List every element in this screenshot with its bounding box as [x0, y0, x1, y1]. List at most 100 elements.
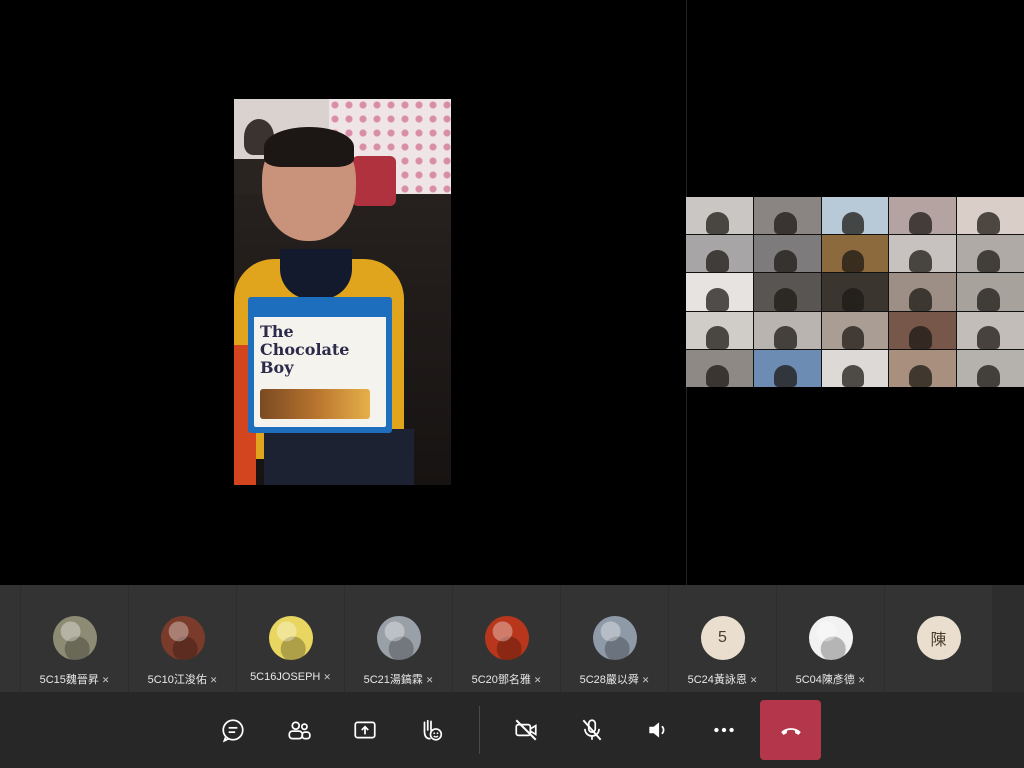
participant-tile[interactable]: 5C16JOSEPH ✕ [237, 585, 344, 692]
gallery-tile[interactable] [821, 235, 889, 273]
gallery-tile[interactable] [889, 235, 957, 273]
speaker-collar [280, 249, 352, 299]
more-icon [714, 727, 734, 733]
avatar [52, 616, 97, 660]
participant-tile[interactable]: 5 5C24黃詠恩 ✕ [669, 585, 776, 692]
mic-muted-icon: ✕ [101, 675, 110, 685]
gallery-tile-person [773, 326, 797, 349]
mic-muted-icon: ✕ [641, 675, 650, 685]
gallery-tile-person [977, 364, 1000, 387]
gallery-tile[interactable] [889, 197, 957, 235]
mic-off-icon [582, 719, 602, 741]
more-options-button[interactable] [704, 710, 744, 750]
gallery-tile[interactable] [753, 235, 821, 273]
gallery-tile-person [977, 211, 1000, 235]
gallery-tile-person [773, 250, 797, 273]
people-button[interactable] [279, 710, 319, 750]
gallery-tile[interactable] [753, 197, 821, 235]
mic-muted-icon: ✕ [533, 675, 542, 685]
mic-muted-icon: ✕ [209, 675, 218, 685]
raise-hand-icon [423, 719, 443, 741]
participant-name: 5C28嚴以舜 ✕ [561, 671, 668, 687]
avatar [268, 616, 313, 660]
participant-name-label: 5C24黃詠恩 [687, 674, 747, 686]
speaker-button[interactable] [638, 710, 678, 750]
avatar-initial: 陳 [930, 632, 947, 649]
share-screen-button[interactable] [345, 710, 385, 750]
avatar [376, 616, 421, 660]
book-title-line: Boy [260, 358, 294, 377]
gallery-tile[interactable] [957, 235, 1024, 273]
participant-name: 5C15魏晉昇 ✕ [21, 671, 128, 687]
raise-hand-button[interactable] [411, 710, 451, 750]
gallery-tile[interactable] [889, 349, 957, 387]
gallery-tile[interactable] [957, 197, 1024, 235]
participant-name-label: 5C10江浚佑 [147, 674, 207, 686]
participant-tile[interactable]: 陳 [885, 585, 992, 692]
participant-strip[interactable]: 5C15魏晉昇 ✕ 5C10江浚佑 ✕ 5C16JOSEPH ✕ 5C21湯鎬霖 ✕ 5C20鄧… [0, 585, 1024, 692]
active-speaker-video[interactable]: The Chocolate Boy [234, 99, 451, 485]
participant-name: 5C16JOSEPH ✕ [237, 671, 344, 683]
gallery-tile-person [773, 288, 797, 311]
participant-tile-partial[interactable] [0, 585, 20, 692]
hang-up-button[interactable] [760, 700, 821, 760]
participant-tile[interactable]: 5C28嚴以舜 ✕ [561, 585, 668, 692]
gallery-tile[interactable] [821, 349, 889, 387]
participant-tile[interactable]: 5C15魏晉昇 ✕ [21, 585, 128, 692]
mic-muted-icon: ✕ [425, 675, 434, 685]
camera-off-icon [515, 719, 537, 741]
participant-tile[interactable]: 5C04陳彥德 ✕ [777, 585, 884, 692]
mic-toggle-button[interactable] [572, 710, 612, 750]
gallery-tile-person [909, 211, 933, 235]
gallery-tile-person [909, 288, 933, 311]
participant-tile[interactable]: 5C10江浚佑 ✕ [129, 585, 236, 692]
gallery-tile[interactable] [821, 311, 889, 349]
avatar [808, 616, 853, 660]
book-title-line: Chocolate [260, 340, 350, 359]
speaker-icon [649, 722, 665, 738]
gallery-tile-person [706, 250, 729, 273]
gallery-tile-person [977, 288, 1000, 311]
speaker-hair [264, 127, 354, 167]
gallery-tile[interactable] [753, 273, 821, 311]
participant-name-label: 5C04陳彥德 [795, 674, 855, 686]
gallery-tile[interactable] [957, 273, 1024, 311]
gallery-tile[interactable] [686, 235, 753, 273]
video-pillow [352, 156, 396, 206]
participant-tile[interactable]: 5C20鄧名雅 ✕ [453, 585, 560, 692]
hang-up-icon [780, 728, 801, 735]
gallery-grid[interactable] [686, 197, 1024, 387]
gallery-tile[interactable] [686, 349, 753, 387]
gallery-tile-person [706, 211, 729, 235]
participant-name: 5C24黃詠恩 ✕ [669, 671, 776, 687]
avatar [592, 616, 637, 660]
gallery-tile[interactable] [753, 349, 821, 387]
call-control-bar [0, 692, 1024, 768]
book-cover: The Chocolate Boy [248, 297, 392, 433]
book-top-strip [254, 303, 386, 317]
gallery-tile[interactable] [686, 273, 753, 311]
speaker-legs [264, 429, 414, 485]
participant-name-label: 5C15魏晉昇 [39, 674, 99, 686]
participant-name-label: 5C16JOSEPH [250, 671, 321, 683]
gallery-tile-person [841, 326, 865, 349]
gallery-tile[interactable] [686, 197, 753, 235]
gallery-tile[interactable] [957, 349, 1024, 387]
chat-button[interactable] [213, 710, 253, 750]
gallery-tile-person [773, 364, 797, 387]
gallery-tile-person [841, 211, 865, 235]
book-title-line: The [260, 322, 294, 341]
camera-toggle-button[interactable] [506, 710, 546, 750]
gallery-tile[interactable] [957, 311, 1024, 349]
gallery-tile-person [841, 288, 865, 311]
gallery-tile[interactable] [821, 273, 889, 311]
participant-tile[interactable]: 5C21湯鎬霖 ✕ [345, 585, 452, 692]
gallery-tile-person [841, 364, 865, 387]
gallery-tile[interactable] [753, 311, 821, 349]
gallery-tile[interactable] [889, 311, 957, 349]
gallery-tile[interactable] [821, 197, 889, 235]
participant-name-label: 5C20鄧名雅 [471, 674, 531, 686]
gallery-tile[interactable] [686, 311, 753, 349]
gallery-tile[interactable] [889, 273, 957, 311]
book-illustration [260, 389, 370, 419]
